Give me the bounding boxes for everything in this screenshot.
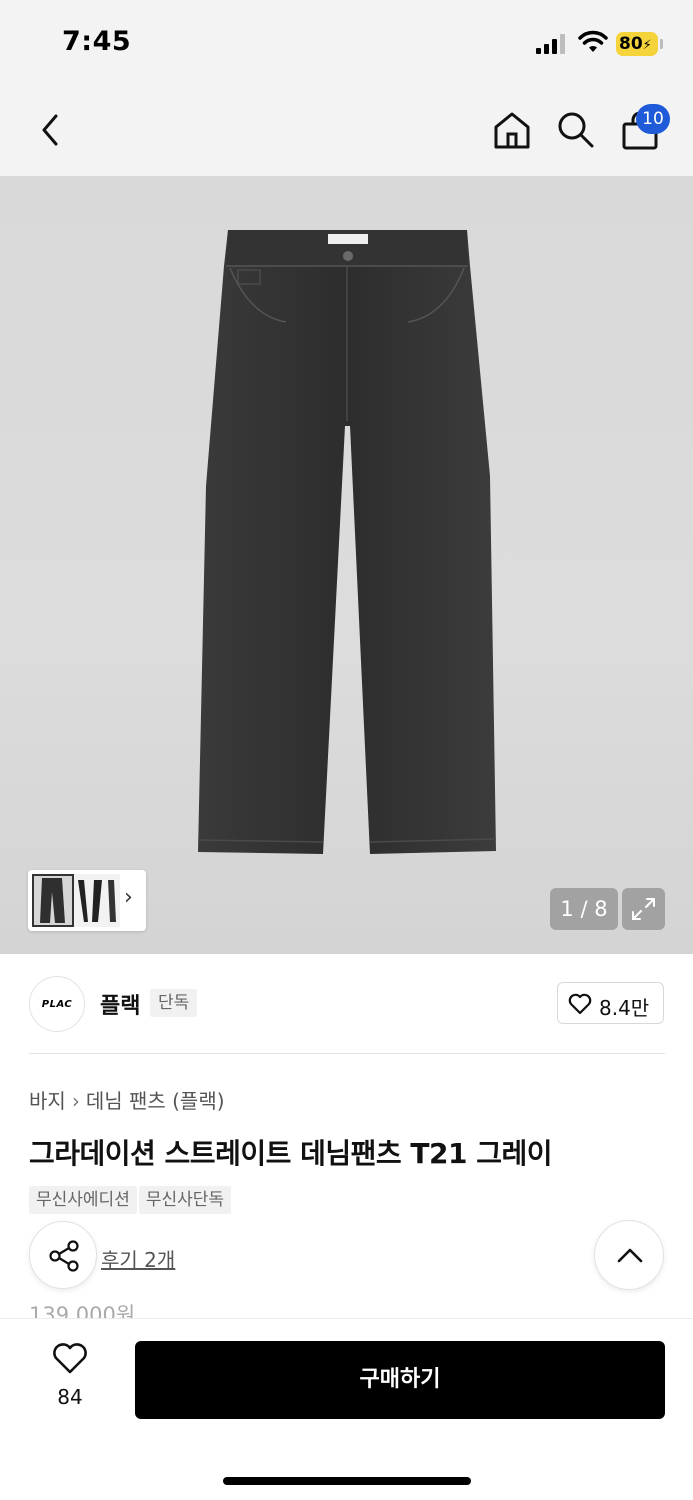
brand-logo[interactable]: PLAC <box>29 976 85 1032</box>
thumbnail-strip[interactable]: › <box>28 870 146 931</box>
battery-level: 80 <box>619 34 643 54</box>
product-title: 그라데이션 스트레이트 데님팬츠 T21 그레이 <box>29 1137 552 1170</box>
battery-tip <box>660 39 663 49</box>
bottom-purchase-bar: 84 구매하기 <box>0 1318 693 1500</box>
thumbnail-next-chevron-icon[interactable]: › <box>124 885 133 910</box>
back-chevron-icon[interactable] <box>38 112 62 148</box>
brand-like-button[interactable]: 8.4만 <box>557 982 664 1024</box>
brand-like-count: 8.4만 <box>599 996 650 1020</box>
product-image <box>197 230 497 854</box>
thumbnail-images <box>32 874 120 927</box>
chevron-right-icon: › <box>71 1089 80 1113</box>
brand-row: PLAC 플랙 단독 8.4만 <box>0 954 693 1054</box>
search-icon[interactable] <box>556 110 596 150</box>
chevron-up-icon <box>617 1248 643 1263</box>
buy-button[interactable]: 구매하기 <box>135 1341 665 1419</box>
product-image-gallery[interactable]: › 1 / 8 <box>0 176 693 954</box>
brand-exclusive-tag: 단독 <box>150 989 198 1017</box>
home-indicator <box>223 1477 471 1485</box>
product-price: 139,000원 <box>29 1303 136 1318</box>
brand-name[interactable]: 플랙 <box>100 988 140 1020</box>
expand-icon <box>632 898 655 920</box>
breadcrumb: 바지 › 데님 팬츠 (플랙) <box>29 1085 225 1114</box>
cart-count-badge: 10 <box>636 104 670 134</box>
divider <box>29 1053 665 1054</box>
product-tags: 무신사에디션 무신사단독 <box>29 1186 233 1214</box>
signal-icon <box>536 34 565 54</box>
wishlist-heart-icon[interactable] <box>52 1343 88 1375</box>
status-bar: 7:45 80⚡ <box>0 0 693 88</box>
heart-icon <box>568 993 592 1015</box>
breadcrumb-category[interactable]: 바지 <box>29 1085 66 1114</box>
share-icon <box>49 1240 79 1272</box>
home-icon[interactable] <box>492 110 532 150</box>
wishlist-count: 84 <box>57 1385 83 1409</box>
wifi-icon <box>578 30 608 52</box>
share-button[interactable] <box>29 1221 97 1289</box>
expand-button[interactable] <box>622 888 665 930</box>
page-indicator: 1 / 8 <box>550 888 618 930</box>
scroll-to-top-button[interactable] <box>594 1220 664 1290</box>
status-time: 7:45 <box>62 26 132 57</box>
battery-charging-icon: 80⚡ <box>616 32 658 56</box>
product-tag[interactable]: 무신사단독 <box>138 1186 232 1214</box>
breadcrumb-subcategory[interactable]: 데님 팬츠 (플랙) <box>86 1085 225 1114</box>
product-tag[interactable]: 무신사에디션 <box>29 1186 137 1214</box>
review-link[interactable]: 후기 2개 <box>101 1244 175 1273</box>
